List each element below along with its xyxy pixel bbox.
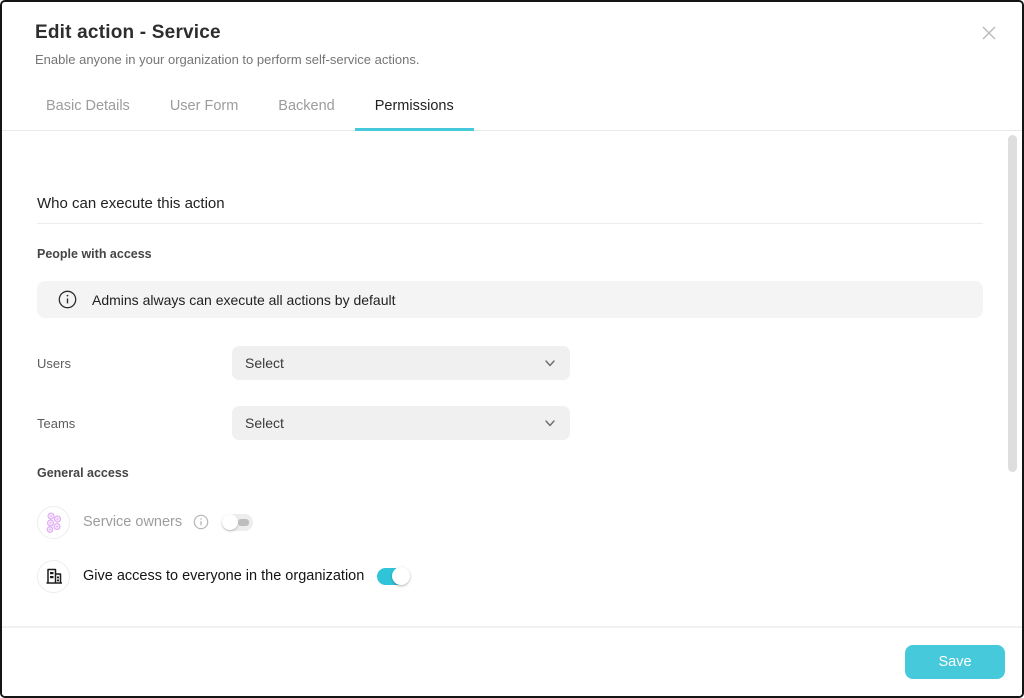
section-divider	[37, 223, 983, 224]
service-owners-text: Service owners	[83, 514, 182, 530]
modal-footer: Save	[2, 626, 1022, 696]
users-select[interactable]: Select	[232, 346, 570, 380]
everyone-access-row: Give access to everyone in the organizat…	[37, 559, 408, 593]
scrollbar-thumb[interactable]	[1008, 135, 1017, 472]
service-owners-toggle[interactable]	[222, 514, 253, 531]
section-title: Who can execute this action	[37, 195, 225, 212]
toggle-dash	[238, 519, 249, 526]
tab-user-form[interactable]: User Form	[150, 86, 258, 131]
modal-subtitle: Enable anyone in your organization to pe…	[35, 52, 419, 67]
teams-field-row: Teams Select	[37, 406, 983, 440]
chevron-down-icon	[543, 416, 557, 430]
admins-info-text: Admins always can execute all actions by…	[92, 292, 396, 308]
service-owners-info-icon[interactable]	[193, 514, 209, 530]
service-owners-row: Service owners	[37, 505, 253, 539]
toggle-knob	[392, 567, 410, 585]
everyone-access-text: Give access to everyone in the organizat…	[83, 568, 364, 584]
edit-action-modal: Edit action - Service Enable anyone in y…	[0, 0, 1024, 698]
service-owners-icon	[44, 511, 64, 533]
users-select-value: Select	[245, 355, 543, 371]
everyone-access-toggle[interactable]	[377, 568, 408, 585]
tab-basic-details[interactable]: Basic Details	[26, 86, 150, 131]
modal-header: Edit action - Service Enable anyone in y…	[2, 2, 1022, 131]
tab-permissions[interactable]: Permissions	[355, 86, 474, 131]
organization-icon	[44, 566, 64, 586]
teams-label: Teams	[37, 416, 232, 431]
teams-select-value: Select	[245, 415, 543, 431]
admins-info-banner: Admins always can execute all actions by…	[37, 281, 983, 318]
modal-title: Edit action - Service	[35, 22, 221, 44]
teams-select[interactable]: Select	[232, 406, 570, 440]
close-button[interactable]	[978, 24, 1000, 46]
general-access-label: General access	[37, 466, 129, 480]
save-button[interactable]: Save	[905, 645, 1005, 679]
chevron-down-icon	[543, 356, 557, 370]
users-label: Users	[37, 356, 232, 371]
close-icon	[979, 23, 999, 48]
toggle-knob	[222, 514, 238, 530]
service-owners-avatar	[37, 506, 70, 539]
tab-backend[interactable]: Backend	[258, 86, 354, 131]
permissions-panel: Who can execute this action People with …	[2, 132, 1022, 626]
users-field-row: Users Select	[37, 346, 983, 380]
info-circle-icon	[58, 290, 77, 309]
organization-avatar	[37, 560, 70, 593]
people-with-access-label: People with access	[37, 247, 152, 261]
tab-bar: Basic Details User Form Backend Permissi…	[26, 86, 474, 131]
